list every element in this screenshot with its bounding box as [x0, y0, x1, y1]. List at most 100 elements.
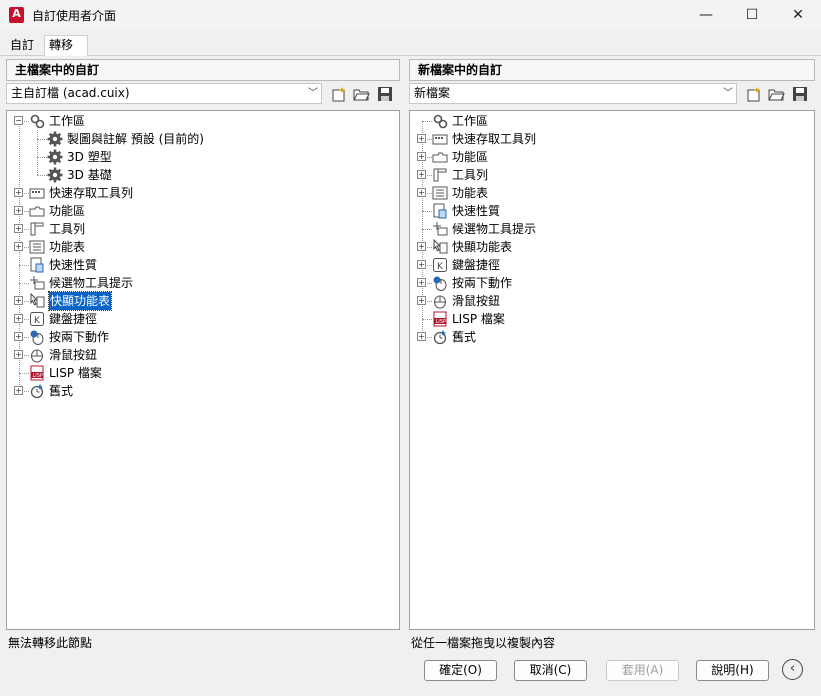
tree-node[interactable]: + 滑鼠按鈕	[410, 292, 814, 310]
tree-node-label: 快速性質	[452, 204, 501, 218]
tree-node[interactable]: + 快速存取工具列	[7, 184, 399, 202]
help-button[interactable]: 說明(H)	[696, 660, 769, 681]
tree-node-label: 工具列	[452, 168, 489, 182]
maximize-button[interactable]: ☐	[729, 0, 775, 30]
tree-node[interactable]: LISP LISP 檔案	[7, 364, 399, 382]
tree-node[interactable]: + 功能表	[7, 238, 399, 256]
expand-node-icon[interactable]: +	[417, 170, 426, 179]
lisp-file-icon: LISP	[432, 311, 448, 327]
tree-node-label: 工作區	[49, 114, 86, 128]
tree-node[interactable]: 3D 塑型	[7, 148, 399, 166]
tree-node[interactable]: 快速性質	[7, 256, 399, 274]
tree-connector-line	[422, 319, 432, 320]
menu-icon	[29, 239, 45, 255]
cancel-button[interactable]: 取消(C)	[514, 660, 587, 681]
tree-node-label: 功能區	[49, 204, 86, 218]
ok-button[interactable]: 確定(O)	[424, 660, 497, 681]
tree-node[interactable]: + 按兩下動作	[7, 328, 399, 346]
open-folder-icon[interactable]	[352, 85, 370, 103]
minimize-button[interactable]: —	[683, 0, 729, 30]
expand-node-icon[interactable]: +	[417, 332, 426, 341]
tab-customize[interactable]: 自訂	[6, 36, 38, 56]
tab-transfer[interactable]: 轉移	[44, 35, 88, 56]
tree-node[interactable]: − 工作區	[7, 112, 399, 130]
right-cuix-select[interactable]: 新檔案 ﹀	[409, 83, 737, 104]
tree-node[interactable]: 快速性質	[410, 202, 814, 220]
tree-node[interactable]: + 功能區	[410, 148, 814, 166]
expand-node-icon[interactable]: +	[14, 296, 23, 305]
tree-node[interactable]: + 滑鼠按鈕	[7, 346, 399, 364]
collapse-node-icon[interactable]: −	[14, 116, 23, 125]
tree-node-label: 快速存取工具列	[452, 132, 537, 146]
tree-node-label: 製圖與註解 預設 (目前的)	[67, 132, 204, 146]
tree-node-label: 鍵盤捷徑	[49, 312, 98, 326]
save-icon[interactable]	[791, 85, 809, 103]
expand-node-icon[interactable]: +	[417, 278, 426, 287]
expand-node-icon[interactable]: +	[417, 188, 426, 197]
tree-node[interactable]: LISP LISP 檔案	[410, 310, 814, 328]
expand-node-icon[interactable]: +	[417, 242, 426, 251]
tree-node[interactable]: + 功能區	[7, 202, 399, 220]
tree-node-label: 3D 基礎	[67, 168, 112, 182]
open-folder-icon[interactable]	[767, 85, 785, 103]
expand-node-icon[interactable]: +	[14, 350, 23, 359]
expand-node-icon[interactable]: +	[14, 206, 23, 215]
right-status-text: 從任一檔案拖曳以複製內容	[411, 636, 556, 650]
tree-node[interactable]: 工作區	[410, 112, 814, 130]
expand-node-icon[interactable]: +	[14, 224, 23, 233]
workspace-icon	[29, 113, 45, 129]
expand-node-icon[interactable]: +	[417, 152, 426, 161]
tree-node[interactable]: + 快速存取工具列	[410, 130, 814, 148]
tree-node[interactable]: + 按兩下動作	[410, 274, 814, 292]
tree-node-label: 舊式	[452, 330, 477, 344]
double-click-icon	[29, 329, 45, 345]
apply-button[interactable]: 套用(A)	[606, 660, 679, 681]
tree-node[interactable]: + K 鍵盤捷徑	[7, 310, 399, 328]
tree-node-label: 候選物工具提示	[452, 222, 537, 236]
tree-node[interactable]: + 工具列	[7, 220, 399, 238]
save-icon[interactable]	[376, 85, 394, 103]
new-file-icon[interactable]	[330, 85, 348, 103]
expand-node-icon[interactable]: +	[14, 188, 23, 197]
expand-node-icon[interactable]: +	[14, 386, 23, 395]
expand-node-icon[interactable]: +	[14, 332, 23, 341]
right-cuix-select-value: 新檔案	[414, 86, 451, 100]
tree-node[interactable]: + 舊式	[7, 382, 399, 400]
left-status-text: 無法轉移此節點	[8, 636, 93, 650]
ribbon-icon	[432, 149, 448, 165]
shortcut-menu-icon	[432, 238, 448, 255]
mouse-button-icon	[432, 293, 448, 309]
tree-node[interactable]: + K 鍵盤捷徑	[410, 256, 814, 274]
left-tree[interactable]: − 工作區 製圖與註解 預設 (目前的) 3D 塑型 3D 基礎 + 快速存取工具列 + 功能區…	[6, 110, 400, 630]
tree-node[interactable]: 候選物工具提示	[7, 274, 399, 292]
tree-node[interactable]: + 快顯功能表	[410, 238, 814, 256]
workspace-icon	[432, 113, 448, 129]
expand-node-icon[interactable]: +	[14, 314, 23, 323]
shortcut-menu-icon	[29, 292, 45, 309]
tree-node-label: 工作區	[452, 114, 489, 128]
tree-node[interactable]: 製圖與註解 預設 (目前的)	[7, 130, 399, 148]
expand-node-icon[interactable]: +	[417, 260, 426, 269]
tree-node[interactable]: 候選物工具提示	[410, 220, 814, 238]
tree-node[interactable]: + 工具列	[410, 166, 814, 184]
expand-node-icon[interactable]: +	[417, 296, 426, 305]
new-file-icon[interactable]	[745, 85, 763, 103]
tree-node[interactable]: + 舊式	[410, 328, 814, 346]
expand-node-icon[interactable]: +	[14, 242, 23, 251]
tree-connector-line	[19, 265, 29, 266]
tree-node[interactable]: 3D 基礎	[7, 166, 399, 184]
tree-node-label: 候選物工具提示	[49, 276, 134, 290]
mouse-button-icon	[29, 347, 45, 363]
right-tree[interactable]: 工作區 + 快速存取工具列 + 功能區 + 工具列 + 功能表 快速性質 候選物工具提示 + 快顯功能表…	[409, 110, 815, 630]
tree-node[interactable]: + 快顯功能表	[7, 291, 399, 311]
tree-node-label: 舊式	[49, 384, 74, 398]
toolbar-icon	[29, 221, 45, 237]
tree-connector-line	[37, 157, 47, 158]
window-title: 自訂使用者介面	[32, 9, 117, 23]
close-button[interactable]: ✕	[775, 0, 821, 30]
expand-node-icon[interactable]: +	[417, 134, 426, 143]
left-cuix-select[interactable]: 主自訂檔 (acad.cuix) ﹀	[6, 83, 322, 104]
collapse-panel-button[interactable]: ‹	[782, 659, 803, 680]
tree-node-label: 滑鼠按鈕	[452, 294, 501, 308]
tree-node[interactable]: + 功能表	[410, 184, 814, 202]
